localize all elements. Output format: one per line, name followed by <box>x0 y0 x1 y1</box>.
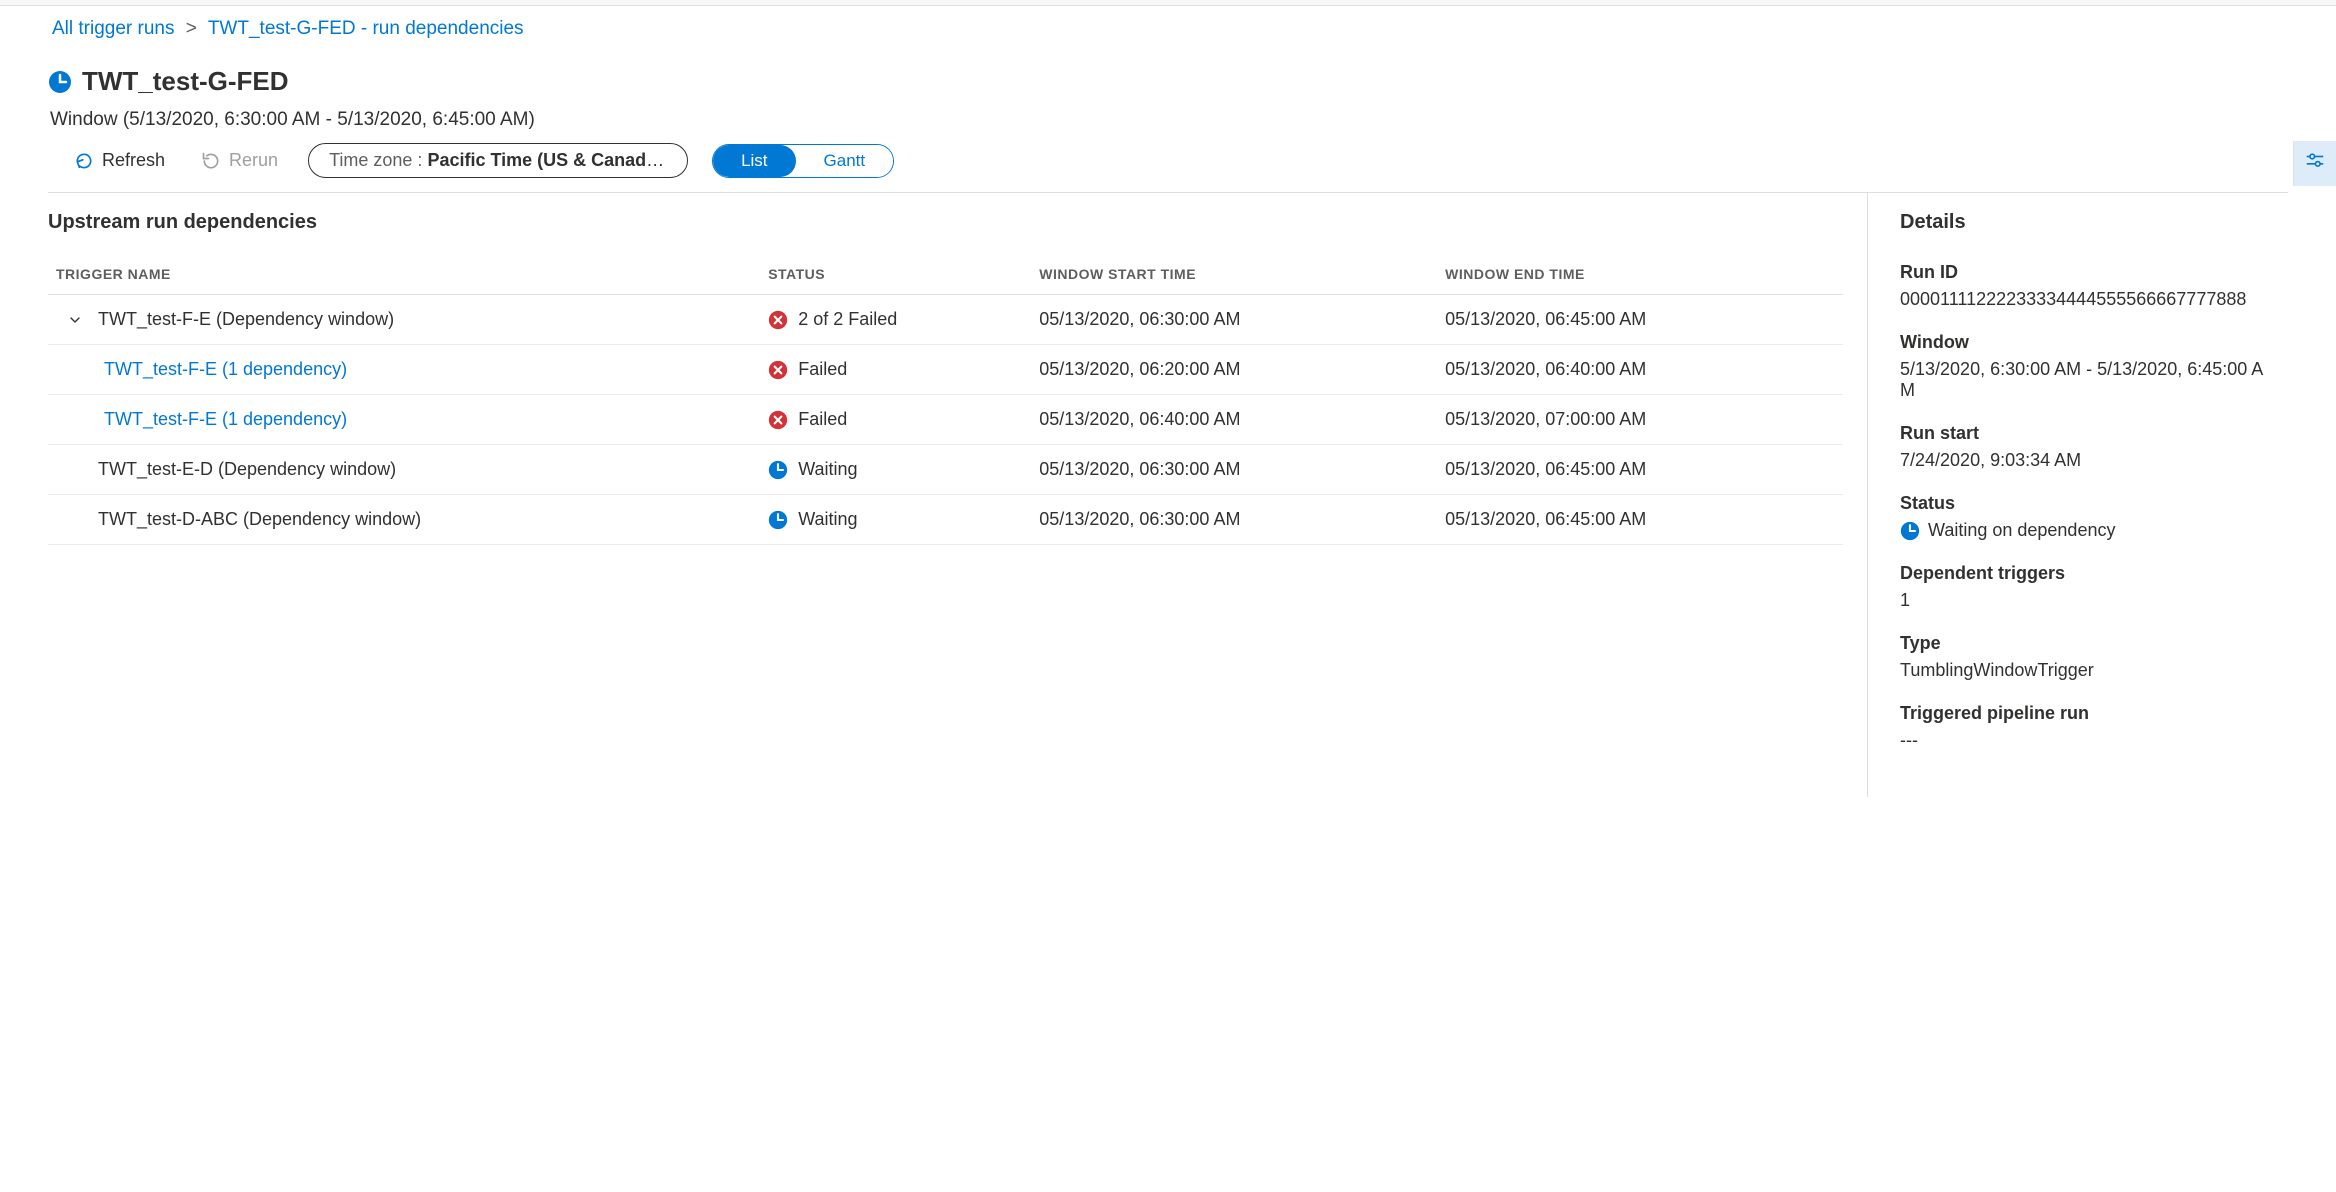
fail-icon <box>768 360 788 380</box>
breadcrumb-root-link[interactable]: All trigger runs <box>52 18 175 39</box>
window-start: 05/13/2020, 06:30:00 AM <box>1031 495 1437 545</box>
clock-icon <box>768 510 788 530</box>
window-end: 05/13/2020, 07:00:00 AM <box>1437 395 1843 445</box>
view-toggle-gantt[interactable]: Gantt <box>796 145 894 177</box>
status-text: 2 of 2 Failed <box>798 309 897 330</box>
detail-label-pipelinerun: Triggered pipeline run <box>1900 703 2276 724</box>
detail-label-runid: Run ID <box>1900 262 2276 283</box>
detail-value-runid: 00001111222233334444555566667777888 <box>1900 289 2276 310</box>
chevron-down-icon[interactable] <box>66 312 84 328</box>
trigger-name: TWT_test-E-D (Dependency window) <box>98 459 396 480</box>
window-range-label: Window (5/13/2020, 6:30:00 AM - 5/13/202… <box>48 109 2288 131</box>
table-row[interactable]: TWT_test-E-D (Dependency window) Waiting 0… <box>48 445 1843 495</box>
detail-value-runstart: 7/24/2020, 9:03:34 AM <box>1900 450 2276 471</box>
rerun-button[interactable]: Rerun <box>195 146 284 175</box>
window-end: 05/13/2020, 06:40:00 AM <box>1437 345 1843 395</box>
detail-label-status: Status <box>1900 493 2276 514</box>
status-text: Failed <box>798 409 847 430</box>
status-text: Failed <box>798 359 847 380</box>
details-title: Details <box>1900 211 2276 234</box>
status-text: Waiting <box>798 459 857 480</box>
rerun-icon <box>201 151 221 171</box>
detail-label-deptriggers: Dependent triggers <box>1900 563 2276 584</box>
view-toggle-list[interactable]: List <box>713 145 795 177</box>
clock-icon <box>48 70 72 94</box>
window-end: 05/13/2020, 06:45:00 AM <box>1437 445 1843 495</box>
fail-icon <box>768 410 788 430</box>
filter-button[interactable] <box>2293 141 2336 186</box>
refresh-icon <box>74 151 94 171</box>
view-toggle: List Gantt <box>712 144 894 178</box>
detail-label-window: Window <box>1900 332 2276 353</box>
breadcrumb-current-link[interactable]: TWT_test-G-FED - run dependencies <box>208 18 524 39</box>
detail-label-type: Type <box>1900 633 2276 654</box>
trigger-name: TWT_test-D-ABC (Dependency window) <box>98 509 421 530</box>
clock-icon <box>1900 521 1920 541</box>
col-status[interactable]: STATUS <box>760 254 1031 295</box>
detail-value-deptriggers: 1 <box>1900 590 2276 611</box>
col-window-start[interactable]: WINDOW START TIME <box>1031 254 1437 295</box>
table-row[interactable]: TWT_test-D-ABC (Dependency window) Waitin… <box>48 495 1843 545</box>
breadcrumb-separator: > <box>186 18 197 39</box>
trigger-name[interactable]: TWT_test-F-E (1 dependency) <box>104 359 347 380</box>
table-row[interactable]: TWT_test-F-E (1 dependency) Failed 05/13/2… <box>48 345 1843 395</box>
window-start: 05/13/2020, 06:30:00 AM <box>1031 445 1437 495</box>
timezone-prefix: Time zone : <box>329 150 427 170</box>
table-row[interactable]: TWT_test-F-E (Dependency window) 2 of 2 F… <box>48 295 1843 345</box>
col-trigger-name[interactable]: TRIGGER NAME <box>48 254 760 295</box>
upstream-title: Upstream run dependencies <box>48 211 1843 234</box>
window-start: 05/13/2020, 06:20:00 AM <box>1031 345 1437 395</box>
breadcrumb: All trigger runs > TWT_test-G-FED - run … <box>0 6 2336 48</box>
window-start: 05/13/2020, 06:30:00 AM <box>1031 295 1437 345</box>
window-end: 05/13/2020, 06:45:00 AM <box>1437 495 1843 545</box>
detail-label-runstart: Run start <box>1900 423 2276 444</box>
timezone-selector[interactable]: Time zone : Pacific Time (US & Canada) (… <box>308 143 688 178</box>
refresh-button[interactable]: Refresh <box>68 146 171 175</box>
window-end: 05/13/2020, 06:45:00 AM <box>1437 295 1843 345</box>
page-title: TWT_test-G-FED <box>82 66 289 97</box>
col-window-end[interactable]: WINDOW END TIME <box>1437 254 1843 295</box>
trigger-name: TWT_test-F-E (Dependency window) <box>98 309 394 330</box>
filter-icon <box>2304 151 2326 173</box>
detail-value-window: 5/13/2020, 6:30:00 AM - 5/13/2020, 6:45:… <box>1900 359 2276 401</box>
detail-value-pipelinerun: --- <box>1900 730 2276 751</box>
timezone-value: Pacific Time (US & Canada) (UT... <box>427 150 688 170</box>
table-row[interactable]: TWT_test-F-E (1 dependency) Failed 05/13/2… <box>48 395 1843 445</box>
clock-icon <box>768 460 788 480</box>
dependencies-table: TRIGGER NAME STATUS WINDOW START TIME WI… <box>48 254 1843 545</box>
trigger-name[interactable]: TWT_test-F-E (1 dependency) <box>104 409 347 430</box>
window-start: 05/13/2020, 06:40:00 AM <box>1031 395 1437 445</box>
fail-icon <box>768 310 788 330</box>
status-text: Waiting <box>798 509 857 530</box>
detail-value-status: Waiting on dependency <box>1900 520 2276 541</box>
detail-value-type: TumblingWindowTrigger <box>1900 660 2276 681</box>
